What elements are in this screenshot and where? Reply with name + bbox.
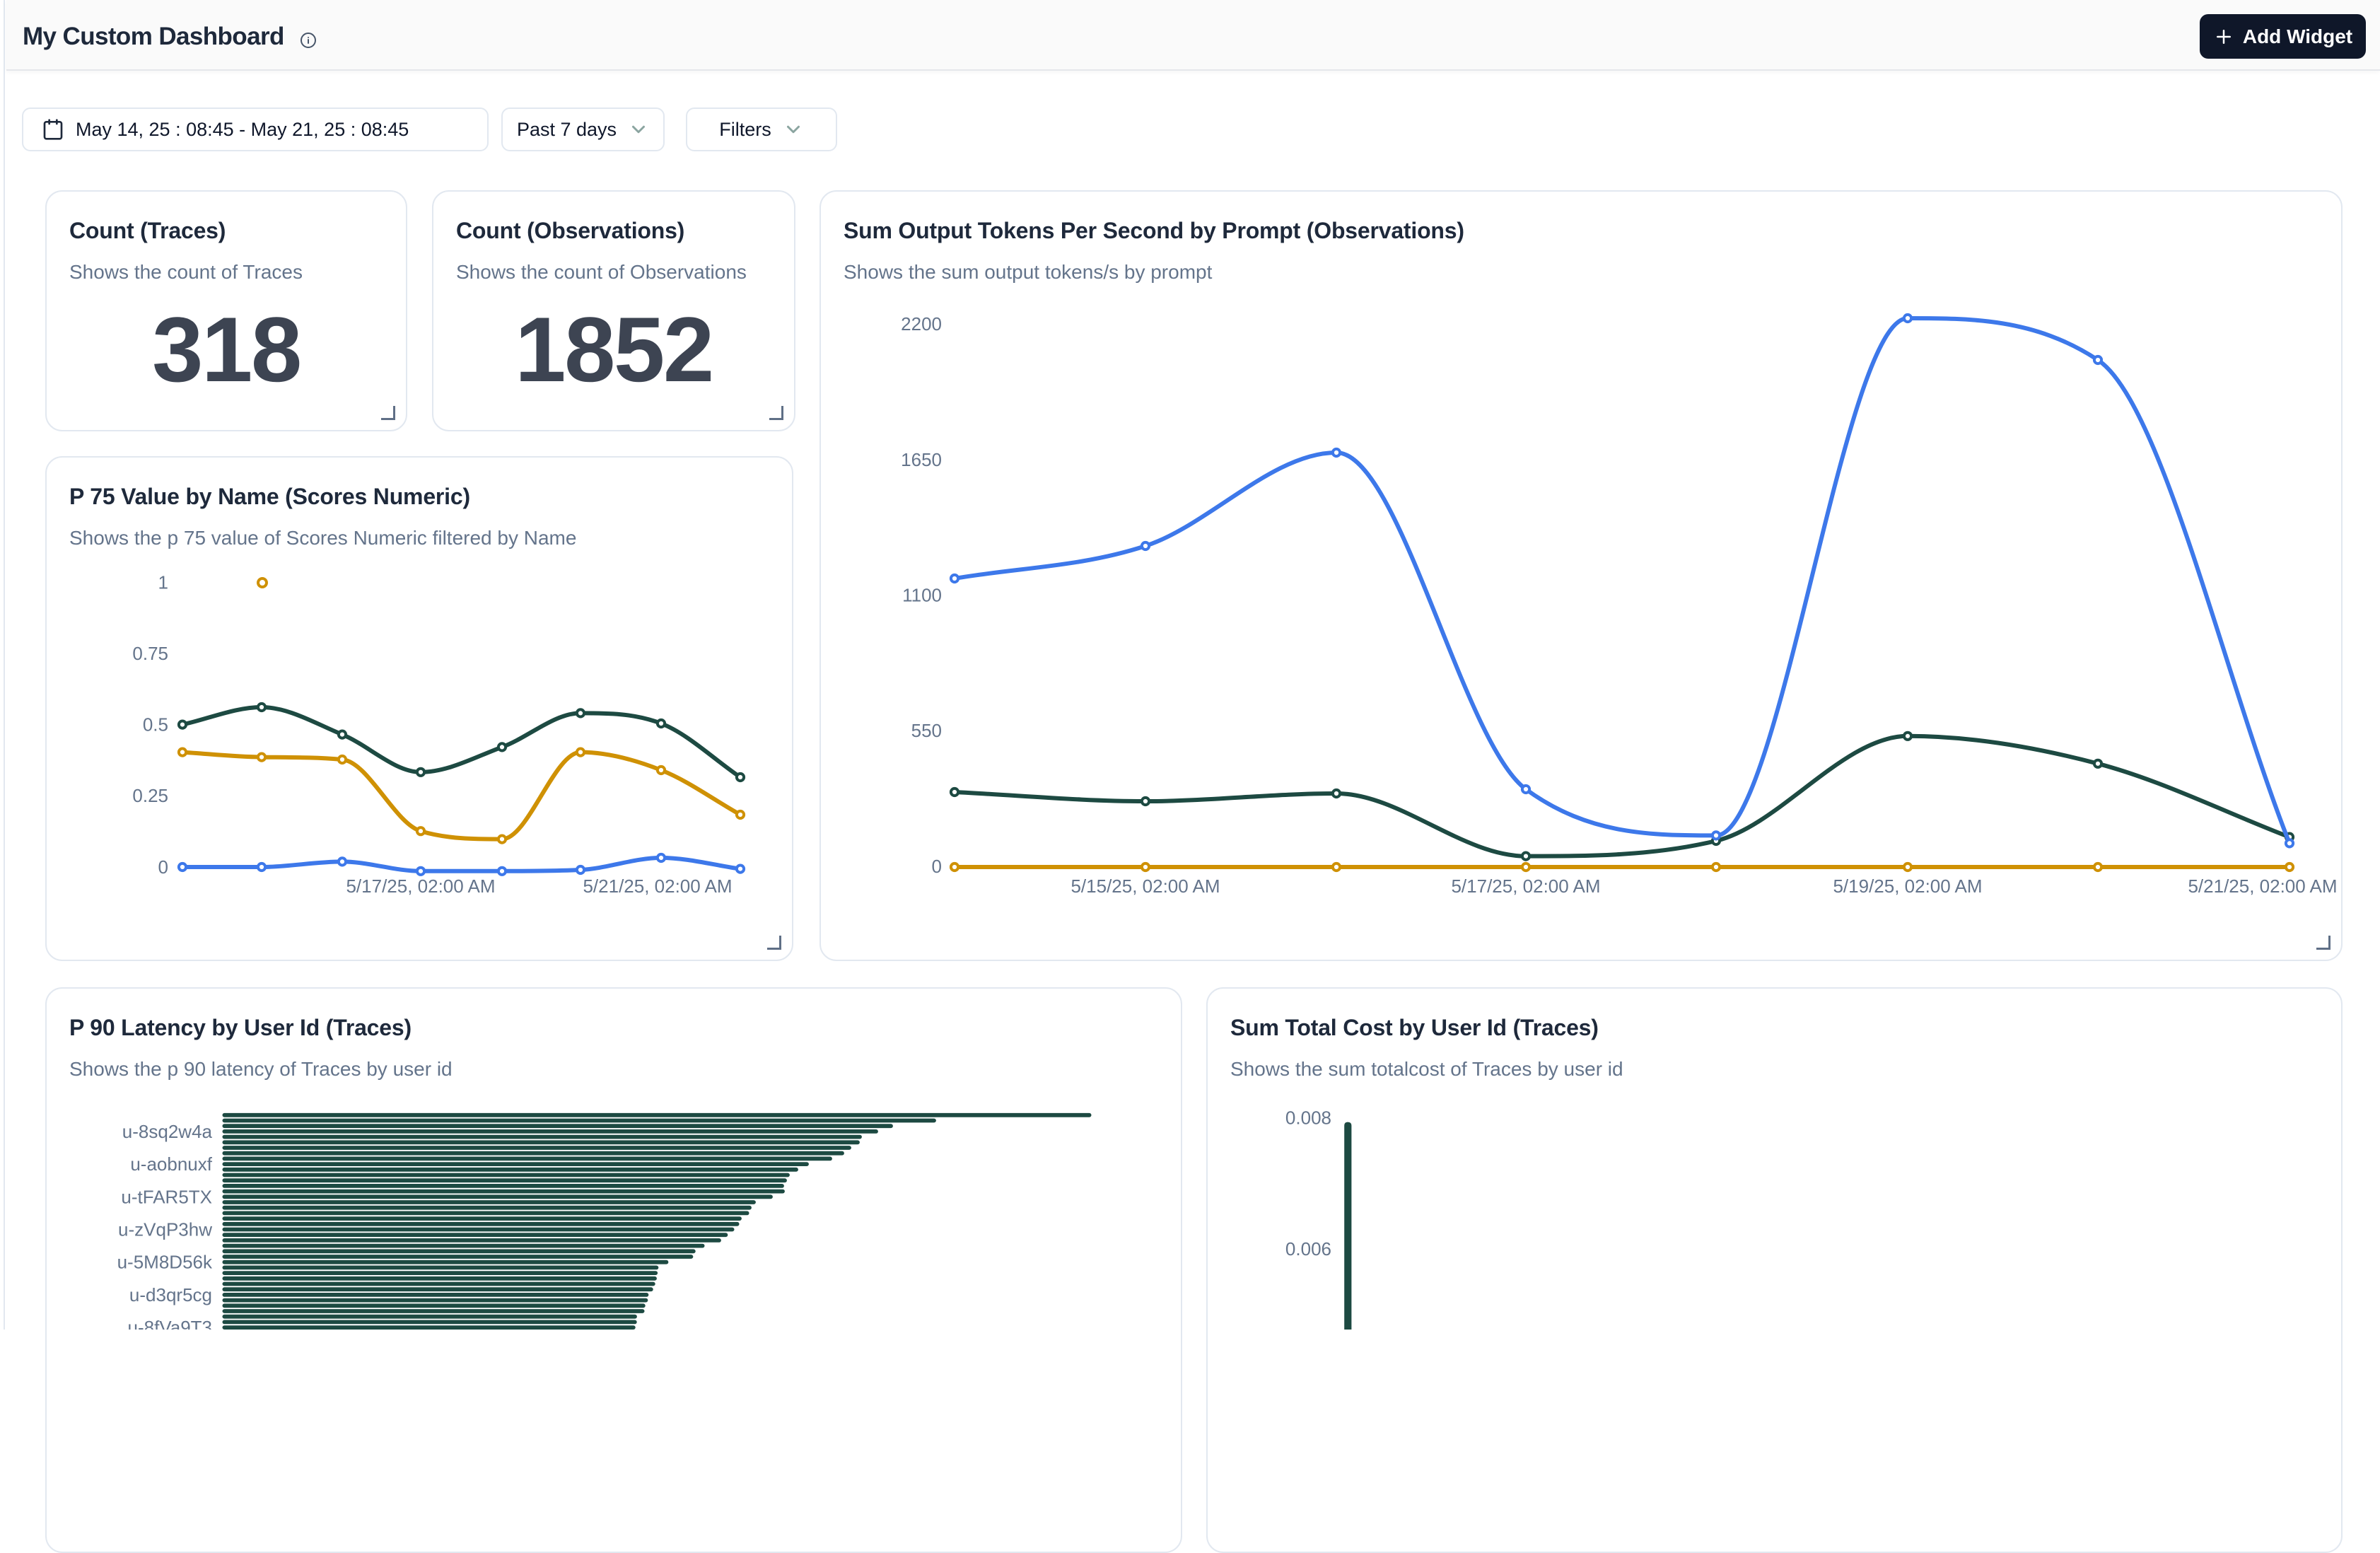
svg-text:u-aobnuxf: u-aobnuxf <box>130 1153 212 1175</box>
svg-text:u-zVqP3hw: u-zVqP3hw <box>118 1219 212 1240</box>
svg-text:5/21/25, 02:00 AM: 5/21/25, 02:00 AM <box>583 876 732 897</box>
svg-text:0.75: 0.75 <box>132 643 168 664</box>
svg-text:0.008: 0.008 <box>1285 1107 1331 1129</box>
svg-text:5/19/25, 02:00 AM: 5/19/25, 02:00 AM <box>1833 876 1982 897</box>
svg-text:u-5M8D56k: u-5M8D56k <box>117 1252 213 1273</box>
svg-text:0.25: 0.25 <box>132 785 168 806</box>
svg-text:u-8sq2w4a: u-8sq2w4a <box>122 1121 213 1142</box>
svg-text:0: 0 <box>158 856 168 878</box>
svg-text:5/21/25, 02:00 AM: 5/21/25, 02:00 AM <box>2188 876 2337 897</box>
svg-text:2200: 2200 <box>901 313 942 335</box>
svg-text:1650: 1650 <box>901 449 942 470</box>
svg-text:0: 0 <box>932 856 942 877</box>
svg-text:5/17/25, 02:00 AM: 5/17/25, 02:00 AM <box>346 876 495 897</box>
svg-text:1100: 1100 <box>902 585 942 606</box>
svg-text:5/15/25, 02:00 AM: 5/15/25, 02:00 AM <box>1071 876 1220 897</box>
svg-text:u-d3qr5cg: u-d3qr5cg <box>129 1284 212 1305</box>
svg-text:550: 550 <box>911 720 942 741</box>
svg-text:0.5: 0.5 <box>143 714 168 735</box>
svg-text:u-8fVa9T3: u-8fVa9T3 <box>128 1317 212 1330</box>
svg-text:u-tFAR5TX: u-tFAR5TX <box>121 1186 212 1207</box>
svg-text:0.006: 0.006 <box>1285 1238 1331 1260</box>
svg-text:5/17/25, 02:00 AM: 5/17/25, 02:00 AM <box>1451 876 1600 897</box>
svg-text:1: 1 <box>158 571 168 593</box>
